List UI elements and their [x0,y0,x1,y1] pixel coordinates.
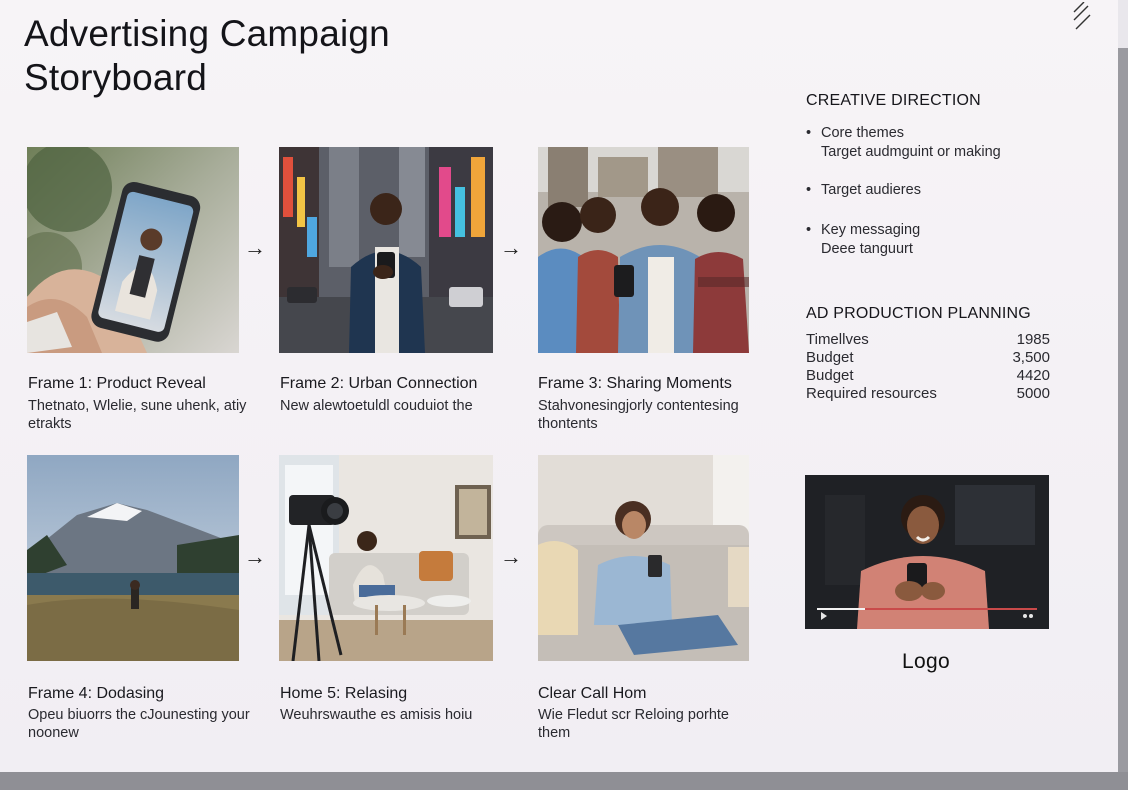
frame-2-description: New alewtoetuldl couduiot the [280,398,473,414]
row-label: Budget [806,349,854,366]
frame-5-description: Weuhrswauthe es amisis hoiu [280,707,473,723]
ad-production-heading: AD PRODUCTION PLANNING [806,305,1031,322]
frame-4-title: Frame 4: Dodasing [28,685,165,702]
frame-4-image[interactable] [27,455,239,661]
frame-3-image[interactable] [538,147,749,353]
frame-2-image[interactable] [279,147,493,353]
list-item-label: Core themes [821,125,905,141]
scrollbar-top-gap [1118,0,1128,48]
frame-1-title: Frame 1: Product Reveal [28,375,206,392]
row-value: 4420 [1016,367,1050,384]
creative-direction-heading: CREATIVE DIRECTION [806,92,981,109]
row-value: 1985 [1016,331,1050,348]
bullet-icon: • [806,182,812,198]
page-title: Advertising Campaign Storyboard [24,13,390,98]
frame-6-title: Clear Call Hom [538,685,647,702]
list-item: • Target audieres [806,181,1066,200]
list-item-label: Key messaging [821,222,921,238]
corner-hatch-icon [1073,2,1091,30]
table-row: Required resources 5000 [806,385,1050,403]
row-value: 5000 [1016,385,1050,402]
frame-1-description: Thetnato, Wlelie, sune uhenk, atiy etrak… [28,398,247,432]
list-item-label: Target audieres [821,182,921,198]
frame-3-description: Stahvonesingjorly contentesing thontents [538,398,739,432]
arrow-2-to-3-icon: → [500,235,522,260]
brand-logo: Logo [902,650,950,673]
frame-3-title: Frame 3: Sharing Moments [538,375,732,392]
list-item: • Key messaging Deee tanguurt [806,221,1066,259]
list-item: • Core themes Target audmguint or making [806,124,1066,162]
bullet-icon: • [806,222,812,238]
creative-direction-list: • Core themes Target audmguint or making… [806,124,1066,259]
arrow-4-to-5-icon: → [244,544,266,569]
bottom-edge-bar [0,772,1128,790]
list-item-sub: Deee tanguurt [821,241,913,257]
list-item-sub: Target audmguint or making [821,144,1001,160]
table-row: Budget 4420 [806,367,1050,385]
arrow-1-to-2-icon: → [244,235,266,260]
right-edge-scrollbar[interactable] [1118,0,1128,772]
frame-6-image[interactable] [538,455,749,661]
row-value: 3,500 [1012,349,1050,366]
frame-2-title: Frame 2: Urban Connection [280,375,478,392]
row-label: Timellves [806,331,869,348]
video-preview[interactable] [805,475,1049,629]
ad-production-table: Timellves 1985 Budget 3,500 Budget 4420 … [806,331,1050,403]
table-row: Timellves 1985 [806,331,1050,349]
frame-4-description: Opeu biuorrs the cJounesting your noonew [28,707,250,741]
frame-5-title: Home 5: Relasing [280,685,408,702]
frame-6-description: Wie Fledut scr Reloing porhte them [538,707,729,741]
frame-5-image[interactable] [279,455,493,661]
frame-1-image[interactable] [27,147,239,353]
bullet-icon: • [806,125,812,141]
row-label: Required resources [806,385,937,402]
row-label: Budget [806,367,854,384]
table-row: Budget 3,500 [806,349,1050,367]
arrow-5-to-6-icon: → [500,544,522,569]
